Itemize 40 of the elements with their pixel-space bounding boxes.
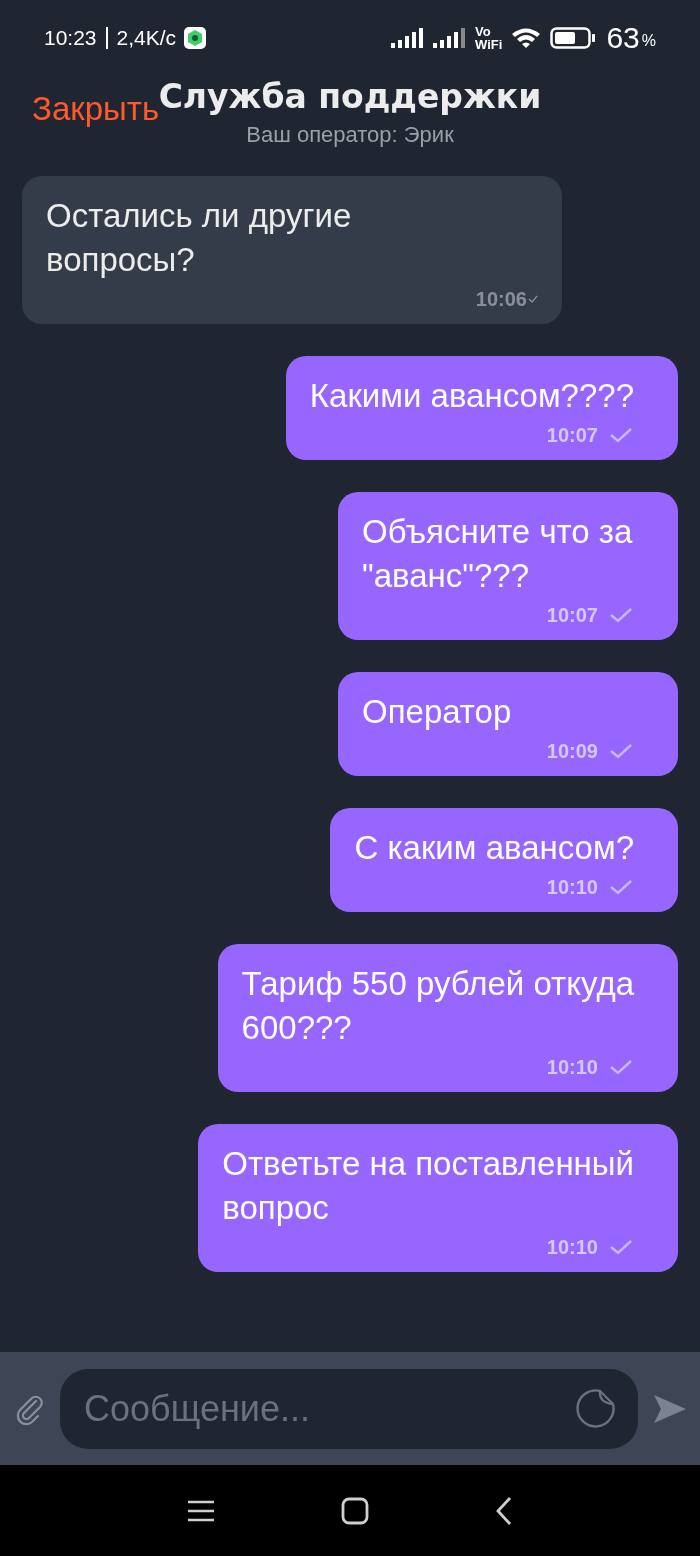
back-icon[interactable] bbox=[495, 1495, 513, 1526]
check-icon bbox=[608, 426, 634, 444]
message-text: Оператор bbox=[362, 692, 513, 732]
message-time: 10:07 bbox=[546, 423, 598, 447]
check-icon bbox=[608, 1058, 634, 1076]
signal-icon bbox=[433, 27, 468, 49]
vowifi-label: Vo WiFi bbox=[475, 25, 503, 51]
message-text: Тариф 550 рублей откуда 600??? bbox=[241, 964, 634, 1048]
battery-icon bbox=[550, 26, 597, 50]
sticker-icon[interactable] bbox=[574, 1387, 616, 1430]
wifi-icon bbox=[510, 26, 543, 50]
message-time: 10:10 bbox=[546, 1055, 598, 1079]
status-separator bbox=[105, 27, 108, 49]
operator-subtitle: Ваш оператор: Эрик bbox=[246, 122, 454, 148]
message-time: 10:06 bbox=[475, 287, 527, 311]
home-icon[interactable] bbox=[341, 1496, 369, 1525]
message-text: С каким авансом? bbox=[354, 828, 634, 868]
network-speed: 2,4K/с bbox=[116, 26, 177, 50]
message-time: 10:07 bbox=[546, 603, 598, 627]
menu-icon[interactable] bbox=[187, 1498, 215, 1523]
close-link[interactable]: Закрыть bbox=[32, 90, 160, 128]
check-icon bbox=[608, 606, 634, 624]
message-time: 10:10 bbox=[546, 1235, 598, 1259]
battery-percent: 63 bbox=[606, 21, 640, 55]
signal-icon bbox=[391, 27, 426, 49]
status-time: 10:23 bbox=[44, 26, 97, 50]
check-icon bbox=[528, 295, 538, 303]
check-icon bbox=[608, 742, 634, 760]
message-text: Остались ли другие вопросы? bbox=[46, 196, 353, 280]
shield-icon bbox=[184, 27, 207, 49]
check-icon bbox=[608, 1238, 634, 1256]
message-text: Ответьте на поставленный вопрос bbox=[222, 1144, 634, 1228]
message-time: 10:10 bbox=[546, 875, 598, 899]
chat-title: Служба поддержки bbox=[158, 76, 542, 118]
message-input[interactable]: Сообщение... bbox=[60, 1368, 638, 1449]
message-text: Какими авансом???? bbox=[309, 376, 634, 416]
message-time: 10:09 bbox=[546, 739, 598, 763]
percent-sign: % bbox=[641, 32, 656, 50]
message-text: Объясните что за "аванс"??? bbox=[362, 512, 634, 596]
check-icon bbox=[608, 878, 634, 896]
